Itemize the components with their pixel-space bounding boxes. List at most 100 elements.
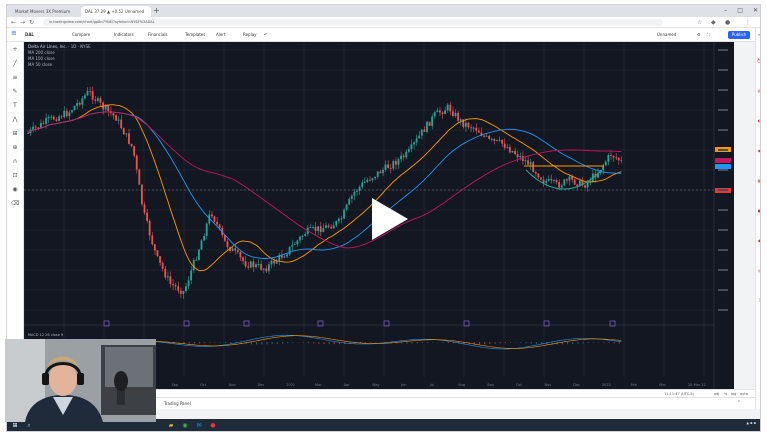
undo-icon[interactable]: ↶ [264, 31, 267, 39]
ma100-line [27, 111, 622, 259]
extensions-icon[interactable]: ◆ [711, 18, 716, 27]
trash-icon[interactable]: ⌫ [11, 200, 19, 208]
candle-body [540, 177, 542, 180]
trading-panel-label[interactable]: Trading Panel [164, 400, 191, 408]
back-icon[interactable]: ← [11, 18, 16, 27]
watchlist-icon[interactable]: ≡ [757, 32, 760, 37]
chat-icon[interactable]: ◉ [757, 148, 760, 153]
macd-histogram-bar [266, 342, 268, 345]
time-axis-label: Sep [171, 383, 178, 387]
symbol-search[interactable]: DAL [25, 31, 34, 39]
news-icon[interactable]: ▤ [757, 88, 760, 93]
candle-body [293, 244, 296, 246]
macd-legend: MACD 12 26 close 9 [28, 333, 64, 337]
macd-histogram-bar [618, 342, 621, 344]
ma50-legend: MA 50 close [28, 62, 53, 67]
menu-icon[interactable]: ⋮ [745, 18, 751, 27]
candle-body [216, 221, 218, 225]
candle-body [379, 171, 382, 174]
price-tick-label [718, 229, 728, 231]
measure-icon[interactable]: ⊞ [11, 130, 19, 138]
stream-icon[interactable]: ◎ [757, 268, 760, 273]
price-tick-label [718, 89, 728, 91]
pattern-icon[interactable]: ⋀ [11, 116, 19, 124]
zoom-icon[interactable]: ⊕ [11, 144, 19, 152]
menu-icon[interactable]: ≡ [11, 29, 17, 37]
candle-body [563, 179, 566, 186]
alert-button[interactable]: Alert [216, 31, 226, 39]
maximize-icon[interactable]: □ [737, 5, 743, 17]
time-axis-label: Nov [545, 383, 552, 387]
close-icon[interactable]: ✕ [753, 5, 758, 17]
candle-body [156, 250, 159, 257]
macd-histogram-bar [484, 342, 486, 345]
compare-button[interactable]: Compare [72, 31, 90, 39]
profile-icon[interactable]: ● [725, 18, 730, 27]
candle-body [68, 112, 71, 117]
browser-tab-market-movers[interactable]: Market Movers 3X Premium [11, 6, 79, 17]
replay-button[interactable]: Replay [243, 31, 257, 39]
financials-button[interactable]: Financials [148, 31, 168, 39]
settings-icon[interactable]: ⚙ [697, 31, 701, 39]
macd-histogram-bar [535, 342, 538, 344]
candle-body [130, 143, 133, 147]
star-icon[interactable]: ☆ [697, 18, 702, 27]
app-icon[interactable]: ● [209, 422, 217, 430]
candle-body [511, 151, 514, 153]
candle-body [288, 246, 291, 255]
publish-button[interactable]: Publish [728, 31, 750, 39]
candle-body [260, 264, 263, 270]
lock-icon[interactable]: ⊡ [11, 172, 19, 180]
mail-icon[interactable]: ✉ [195, 422, 203, 430]
candle-body [615, 157, 618, 159]
url-input[interactable]: in.tradingview.com/chart/gpBn7YNE/?symbo… [43, 19, 663, 26]
price-tick-label [718, 109, 728, 111]
macd-histogram-bar [421, 342, 424, 344]
candle-body [198, 249, 200, 260]
candle-body [143, 204, 146, 213]
browser-tab-dal[interactable]: DAL 37.29 ▲ +0.52 Unnamed [81, 6, 151, 17]
candle-body [164, 268, 167, 278]
fullscreen-icon[interactable]: ⛶ [707, 31, 710, 39]
candle-body [470, 127, 472, 129]
ideas-icon[interactable]: ◐ [757, 118, 760, 123]
new-tab-button[interactable]: + [153, 6, 160, 16]
text-icon[interactable]: T [11, 102, 19, 110]
fib-icon[interactable]: ≡ [11, 74, 19, 82]
candle-body [291, 244, 294, 247]
minimize-icon[interactable]: – [724, 5, 727, 17]
candle-body [319, 226, 322, 233]
macd-histogram-bar [416, 342, 418, 344]
chrome-icon[interactable]: ◉ [181, 422, 189, 430]
crosshair-icon[interactable]: + [11, 46, 19, 54]
notifications-icon[interactable]: ● [757, 208, 760, 213]
forward-icon[interactable]: → [20, 18, 25, 27]
candle-body [151, 235, 154, 245]
search-icon[interactable]: ⌕ [25, 422, 33, 430]
candle-body [516, 154, 519, 158]
trendline-icon[interactable]: ╱ [11, 60, 19, 68]
brush-icon[interactable]: ✎ [11, 88, 19, 96]
explorer-icon[interactable]: ▰ [167, 422, 175, 430]
calendar-icon[interactable]: ▦ [757, 178, 760, 183]
start-icon[interactable]: ⊞ [11, 422, 19, 430]
macd-histogram-bar [613, 342, 615, 344]
candle-body [174, 285, 177, 287]
layout-name[interactable]: Unnamed [657, 31, 676, 39]
play-icon[interactable] [370, 196, 410, 242]
eye-icon[interactable]: ◉ [11, 186, 19, 194]
hotlist-icon[interactable]: ◆ [757, 238, 760, 243]
candle-body [436, 110, 439, 113]
reload-icon[interactable]: ↻ [29, 18, 34, 27]
magnet-icon[interactable]: ∩ [11, 158, 19, 166]
macd-histogram-bar [401, 342, 403, 344]
expand-panel-icon[interactable]: ⌃ [737, 400, 741, 406]
alerts-icon[interactable]: ⏰ [757, 58, 760, 63]
address-bar: ← → ↻ in.tradingview.com/chart/gpBn7YNE/… [7, 17, 760, 28]
indicators-button[interactable]: Indicators [114, 31, 134, 39]
help-icon[interactable]: ? [757, 298, 760, 303]
time-axis-label: Oct [516, 383, 523, 387]
templates-button[interactable]: Templates [185, 31, 205, 39]
macd-histogram-bar [572, 342, 574, 344]
candle-body [527, 160, 529, 165]
